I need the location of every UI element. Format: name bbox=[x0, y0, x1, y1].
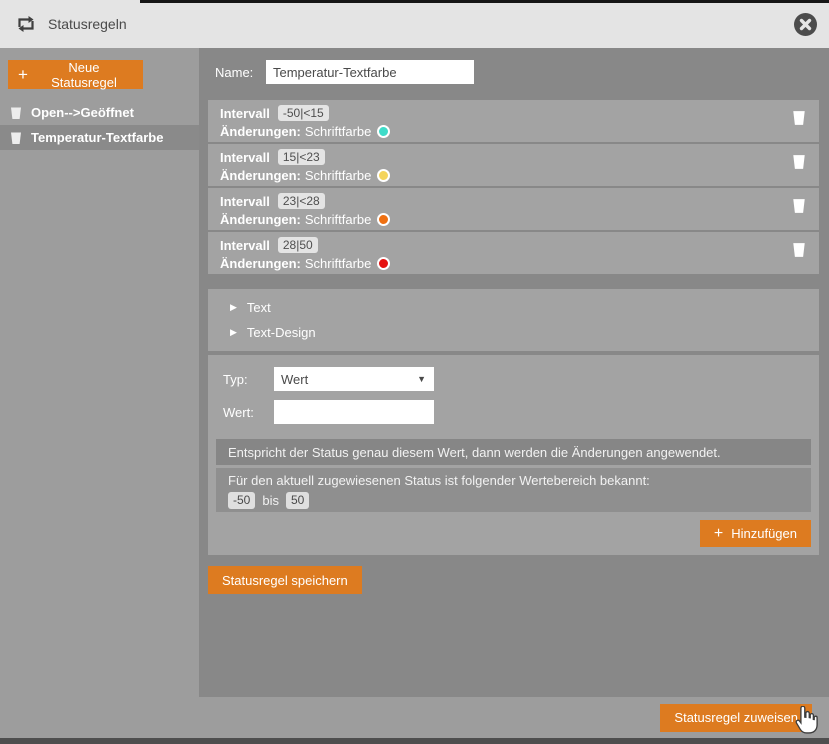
save-statusrule-button[interactable]: Statusregel speichern bbox=[208, 566, 362, 594]
window-top-edge bbox=[140, 0, 829, 3]
dialog-body: + Neue Statusregel Open-->Geöffnet Tempe… bbox=[0, 48, 829, 697]
interval-rule-row: Intervall 28|50 Änderungen: Schriftfarbe bbox=[208, 232, 819, 274]
changes-label: Änderungen: bbox=[220, 124, 301, 139]
save-statusrule-label: Statusregel speichern bbox=[222, 573, 348, 588]
changes-value: Schriftfarbe bbox=[305, 212, 371, 227]
info-text: Für den aktuell zugewiesenen Status ist … bbox=[228, 473, 799, 488]
changes-label: Änderungen: bbox=[220, 168, 301, 183]
repeat-icon bbox=[16, 15, 36, 33]
name-label: Name: bbox=[215, 65, 266, 80]
assign-statusrule-button[interactable]: Statusregel zuweisen bbox=[660, 704, 812, 732]
interval-rules-list: Intervall -50|<15 Änderungen: Schriftfar… bbox=[208, 100, 819, 274]
changes-value: Schriftfarbe bbox=[305, 168, 371, 183]
range-max-badge: 50 bbox=[286, 492, 309, 509]
name-row: Name: bbox=[215, 60, 819, 84]
range-min-badge: -50 bbox=[228, 492, 255, 509]
main-content: Name: Intervall -50|<15 Änderungen: Schr… bbox=[199, 48, 829, 697]
fontcolor-dot bbox=[377, 213, 390, 226]
delete-interval-button[interactable] bbox=[792, 198, 806, 217]
interval-value-badge: 15|<23 bbox=[278, 149, 325, 165]
changes-line: Änderungen: Schriftfarbe bbox=[220, 123, 779, 139]
add-button-row: + Hinzufügen bbox=[216, 520, 811, 547]
changes-value: Schriftfarbe bbox=[305, 256, 371, 271]
plus-icon: + bbox=[714, 526, 723, 542]
changes-label: Änderungen: bbox=[220, 256, 301, 271]
name-input[interactable] bbox=[266, 60, 474, 84]
delete-interval-button[interactable] bbox=[792, 110, 806, 129]
fontcolor-dot bbox=[377, 257, 390, 270]
assign-statusrule-label: Statusregel zuweisen bbox=[674, 710, 798, 725]
range-separator: bis bbox=[262, 493, 279, 508]
wert-row: Wert: bbox=[223, 400, 811, 424]
typ-selected-value: Wert bbox=[281, 372, 308, 387]
collapsible-sections: ▶ Text ▶ Text-Design bbox=[208, 289, 819, 351]
statusrule-list: Open-->Geöffnet Temperatur-Textfarbe bbox=[0, 100, 199, 150]
interval-value-badge: 23|<28 bbox=[278, 193, 325, 209]
sidebar-item-open-geoeffnet[interactable]: Open-->Geöffnet bbox=[0, 100, 199, 125]
window-bottom-edge bbox=[0, 738, 829, 744]
titlebar: Statusregeln bbox=[0, 0, 829, 48]
dialog-footer: Statusregel zuweisen bbox=[0, 697, 829, 738]
section-text-design[interactable]: ▶ Text-Design bbox=[208, 320, 819, 345]
changes-line: Änderungen: Schriftfarbe bbox=[220, 211, 779, 227]
info-bar-exact-value: Entspricht der Status genau diesem Wert,… bbox=[216, 439, 811, 465]
caret-down-icon: ▼ bbox=[417, 374, 426, 384]
interval-rule-row: Intervall 15|<23 Änderungen: Schriftfarb… bbox=[208, 144, 819, 186]
range-line: -50 bis 50 bbox=[228, 492, 799, 509]
changes-line: Änderungen: Schriftfarbe bbox=[220, 167, 779, 183]
trash-icon[interactable] bbox=[10, 106, 22, 120]
typ-row: Typ: Wert ▼ bbox=[223, 367, 811, 391]
typ-label: Typ: bbox=[223, 372, 274, 387]
section-label: Text bbox=[247, 300, 271, 315]
caret-right-icon: ▶ bbox=[230, 302, 237, 313]
add-interval-label: Hinzufügen bbox=[731, 526, 797, 541]
fontcolor-dot bbox=[377, 125, 390, 138]
interval-label: Intervall bbox=[220, 194, 270, 209]
interval-line: Intervall -50|<15 bbox=[220, 105, 779, 121]
wert-label: Wert: bbox=[223, 405, 274, 420]
sidebar-item-label: Temperatur-Textfarbe bbox=[31, 130, 163, 145]
fontcolor-dot bbox=[377, 169, 390, 182]
wert-input[interactable] bbox=[274, 400, 434, 424]
interval-label: Intervall bbox=[220, 238, 270, 253]
info-text: Entspricht der Status genau diesem Wert,… bbox=[228, 445, 721, 460]
interval-value-badge: -50|<15 bbox=[278, 105, 329, 121]
close-icon[interactable] bbox=[794, 13, 817, 36]
sidebar-item-temperatur-textfarbe[interactable]: Temperatur-Textfarbe bbox=[0, 125, 199, 150]
interval-rule-row: Intervall -50|<15 Änderungen: Schriftfar… bbox=[208, 100, 819, 142]
changes-label: Änderungen: bbox=[220, 212, 301, 227]
trash-icon[interactable] bbox=[10, 131, 22, 145]
interval-label: Intervall bbox=[220, 106, 270, 121]
delete-interval-button[interactable] bbox=[792, 154, 806, 173]
interval-line: Intervall 15|<23 bbox=[220, 149, 779, 165]
new-statusrule-button[interactable]: + Neue Statusregel bbox=[8, 60, 143, 89]
new-statusrule-label: Neue Statusregel bbox=[35, 60, 133, 90]
section-label: Text-Design bbox=[247, 325, 316, 340]
interval-rule-row: Intervall 23|<28 Änderungen: Schriftfarb… bbox=[208, 188, 819, 230]
interval-value-badge: 28|50 bbox=[278, 237, 318, 253]
plus-icon: + bbox=[18, 66, 28, 83]
sidebar: + Neue Statusregel Open-->Geöffnet Tempe… bbox=[0, 48, 199, 697]
dialog-title: Statusregeln bbox=[48, 16, 127, 32]
delete-interval-button[interactable] bbox=[792, 242, 806, 261]
interval-line: Intervall 23|<28 bbox=[220, 193, 779, 209]
add-interval-button[interactable]: + Hinzufügen bbox=[700, 520, 811, 547]
condition-form-panel: Typ: Wert ▼ Wert: Entspricht der Status … bbox=[208, 355, 819, 555]
statusregeln-dialog: Statusregeln + Neue Statusregel bbox=[0, 0, 829, 744]
changes-value: Schriftfarbe bbox=[305, 124, 371, 139]
caret-right-icon: ▶ bbox=[230, 327, 237, 338]
section-text[interactable]: ▶ Text bbox=[208, 295, 819, 320]
interval-line: Intervall 28|50 bbox=[220, 237, 779, 253]
changes-line: Änderungen: Schriftfarbe bbox=[220, 255, 779, 271]
sidebar-item-label: Open-->Geöffnet bbox=[31, 105, 134, 120]
info-bar-value-range: Für den aktuell zugewiesenen Status ist … bbox=[216, 468, 811, 512]
typ-select[interactable]: Wert ▼ bbox=[274, 367, 434, 391]
interval-label: Intervall bbox=[220, 150, 270, 165]
